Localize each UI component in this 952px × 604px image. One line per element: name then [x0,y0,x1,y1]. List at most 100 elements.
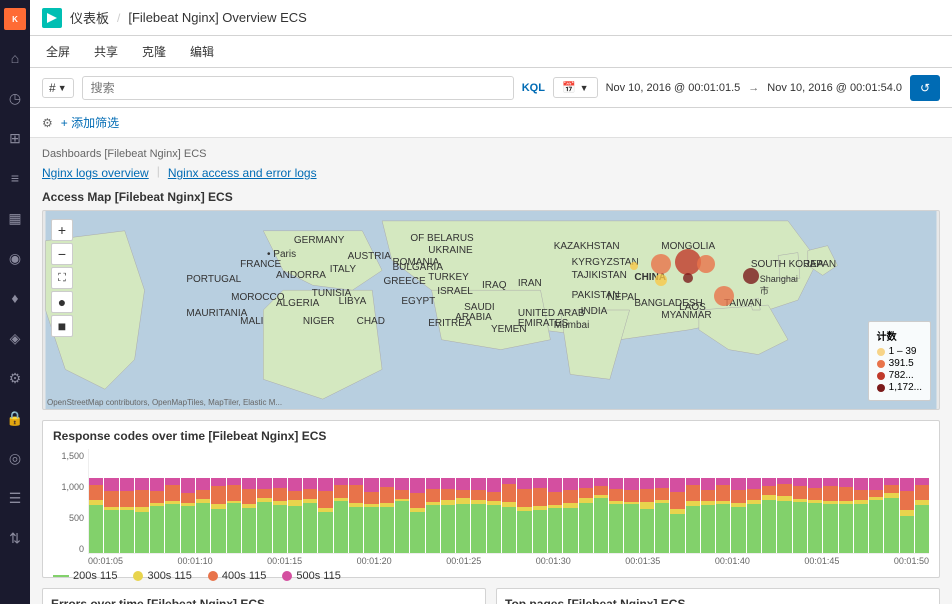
nav-fullscreen[interactable]: 全屏 [42,43,74,60]
nav-share[interactable]: 共享 [90,43,122,60]
bar-segment [104,491,118,507]
bar-segment [380,487,394,503]
map-circle-button[interactable]: ● [51,291,73,313]
bar-segment [487,492,501,502]
bar-segment [701,505,715,553]
chart-icon[interactable]: ▦ [3,206,27,230]
bar-segment [915,485,929,500]
date-picker-calendar[interactable]: 📅 ▼ [553,77,598,98]
bar-segment [533,478,547,488]
bar-group [227,478,241,553]
bar-segment [716,504,730,553]
layers-icon[interactable]: ≡ [3,166,27,190]
bar-group [242,478,256,553]
bar-segment [104,478,118,491]
bar-segment [227,503,241,553]
add-filter-button[interactable]: + 添加筛选 [61,114,119,131]
bar-segment [120,478,134,491]
bar-segment [777,501,791,553]
bar-segment [670,514,684,553]
main-content: 仪表板 / [Filebeat Nginx] Overview ECS 全屏 共… [30,0,952,604]
map-zoom-out-button[interactable]: − [51,243,73,265]
bar-segment [471,478,485,490]
legend-range-1: 391.5 [889,358,914,369]
bubble-small-1 [630,262,638,270]
bar-segment [471,490,485,500]
dashboard-link-1[interactable]: Nginx access and error logs [168,164,317,182]
filter-gear-icon[interactable]: ⚙ [42,116,53,130]
bar-segment [548,492,562,505]
search-input[interactable] [82,76,514,100]
legend-line-200 [53,575,69,577]
link-separator: | [149,164,168,182]
bar-segment [334,485,348,498]
legend-dot-500 [282,571,292,581]
bar-segment [288,491,302,500]
bar-segment [273,488,287,501]
bar-segment [242,478,256,489]
map-square-button[interactable]: ■ [51,315,73,337]
bar-segment [303,478,317,489]
bubble-small-2 [683,273,693,283]
x-label-6: 00:01:35 [625,556,660,566]
nav-clone[interactable]: 克隆 [138,43,170,60]
bar-segment [609,504,623,553]
bar-segment [670,492,684,509]
bar-segment [670,478,684,492]
map-point-icon[interactable]: ◎ [3,446,27,470]
bar-segment [104,510,118,553]
bar-segment [517,478,531,489]
bar-group [900,478,914,553]
map-crop-button[interactable]: ⛶ [51,267,73,289]
bar-group [517,478,531,553]
nav-edit[interactable]: 编辑 [186,43,218,60]
bar-segment [548,478,562,492]
bar-segment [747,504,761,553]
bar-group [120,478,134,553]
user-icon[interactable]: ◉ [3,246,27,270]
bar-segment [839,478,853,487]
dashboard-links: Nginx logs overview | Nginx access and e… [42,164,940,182]
chart-legend: 200s 115 300s 115 400s 115 500s 115 [53,570,929,582]
map-controls: + − ⛶ ● ■ [51,219,73,337]
x-label-0: 00:01:05 [88,556,123,566]
chart-area: 1,500 1,000 500 0 00:01:05 00:01:10 00:0… [53,449,929,569]
list-icon[interactable]: ☰ [3,486,27,510]
reorder-icon[interactable]: ⇅ [3,526,27,550]
kibana-logo [42,8,62,28]
bar-segment [89,478,103,485]
home-icon[interactable]: ⌂ [3,46,27,70]
legend-dot-300 [133,571,143,581]
chevron-down-icon: ▼ [580,83,589,93]
settings-icon[interactable]: ⚙ [3,366,27,390]
person-icon[interactable]: ♦ [3,286,27,310]
legend-range-2: 782... [889,370,914,381]
legend-dot-3 [877,384,885,392]
bar-segment [135,512,149,553]
bar-segment [594,498,608,553]
bar-segment [517,489,531,506]
bar-group [104,478,118,553]
bar-group [181,478,195,553]
bar-segment [120,491,134,507]
bar-segment [533,510,547,553]
dashboard-content: Dashboards [Filebeat Nginx] ECS Nginx lo… [30,138,952,604]
bar-group [869,478,883,553]
refresh-button[interactable]: ↺ [910,75,940,101]
bar-segment [410,512,424,553]
shield-icon[interactable]: ◈ [3,326,27,350]
bar-group [808,478,822,553]
bar-segment [211,509,225,553]
dashboard-link-0[interactable]: Nginx logs overview [42,164,149,182]
lock-icon[interactable]: 🔒 [3,406,27,430]
top-pages-title: Top pages [Filebeat Nginx] ECS [505,597,931,604]
bar-segment [181,506,195,553]
map-zoom-in-button[interactable]: + [51,219,73,241]
bar-segment [364,492,378,503]
bar-segment [380,478,394,487]
legend-label-200: 200s 115 [73,570,117,582]
clock-icon[interactable]: ◷ [3,86,27,110]
bar-group [150,478,164,553]
grid-icon[interactable]: ⊞ [3,126,27,150]
query-type-selector[interactable]: # ▼ [42,78,74,98]
